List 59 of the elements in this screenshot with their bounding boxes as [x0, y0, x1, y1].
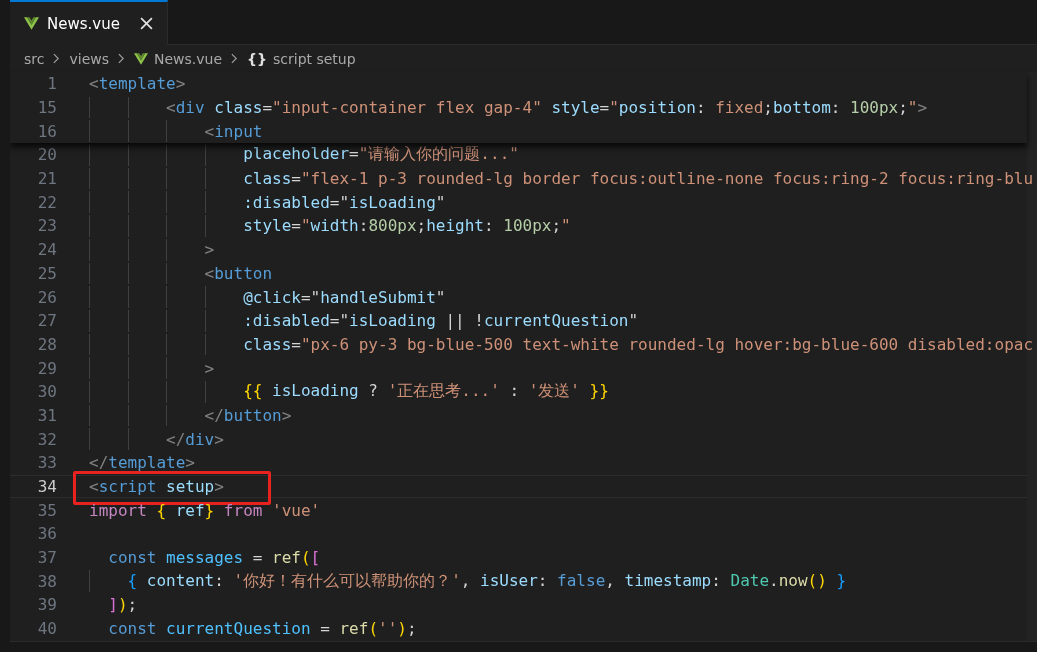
line-number: 29 — [36, 358, 57, 378]
line-number: 21 — [36, 169, 57, 189]
code-line: @click="handleSubmit" — [242, 287, 446, 307]
code-line: > — [203, 358, 215, 378]
editor-tab[interactable]: News.vue — [10, 0, 168, 45]
vue-logo-icon — [134, 52, 148, 65]
breadcrumb-item[interactable]: News.vue — [154, 50, 223, 67]
code-line: ]); — [107, 595, 138, 615]
code-line: const currentQuestion = ref(''); — [107, 619, 417, 639]
code-line: style="width:800px;height: 100px;" — [242, 216, 571, 236]
line-number: 26 — [36, 287, 57, 307]
breadcrumb-item[interactable]: src — [24, 50, 45, 67]
code-line: { content: '你好！有什么可以帮助你的？', isUser: false, timestamp: Date.now() } — [126, 570, 847, 592]
code-line: <input — [203, 121, 263, 141]
code-line: </template> — [89, 453, 195, 473]
code-line: > — [203, 240, 215, 260]
line-number: 25 — [36, 263, 57, 283]
close-icon[interactable] — [139, 17, 153, 30]
code-line: <button — [203, 263, 273, 283]
line-number: 31 — [36, 405, 57, 425]
line-number: 23 — [36, 216, 57, 236]
line-number: 38 — [36, 571, 57, 591]
code-line: placeholder="请输入你的问题..." — [242, 144, 519, 166]
line-number: 30 — [36, 382, 57, 402]
code-line: class="flex-1 p-3 rounded-lg border focus:outline-none focus:ring-2 focus:ring-blu — [242, 169, 1034, 189]
line-number: 40 — [36, 619, 57, 639]
line-number: 20 — [36, 145, 57, 165]
code-line: import { ref} from 'vue' — [89, 500, 321, 520]
code-line: :disabled="isLoading" — [242, 192, 446, 212]
code-line: </div> — [165, 429, 224, 449]
line-number: 33 — [36, 453, 57, 473]
line-number: 39 — [36, 595, 57, 615]
vue-logo-icon — [24, 17, 39, 30]
code-line: <div class="input-container flex gap-4" style="position: fixed;bottom: 100px;"> — [165, 98, 928, 118]
line-number: 24 — [36, 240, 57, 260]
line-number: 34 — [36, 477, 57, 497]
line-number: 16 — [36, 121, 57, 141]
breadcrumb-item[interactable]: script setup — [273, 50, 356, 67]
line-number: 28 — [36, 334, 57, 354]
code-line: class="px-6 py-3 bg-blue-500 text-white rounded-lg hover:bg-blue-600 disabled:opac — [242, 334, 1034, 354]
code-line: const messages = ref([ — [107, 548, 321, 568]
line-number: 15 — [36, 98, 57, 118]
line-number: 37 — [36, 548, 57, 568]
line-number: 22 — [36, 192, 57, 212]
code-line: :disabled="isLoading || !currentQuestion" — [242, 311, 639, 331]
chevron-right-icon — [231, 53, 239, 64]
breadcrumb-item[interactable]: views — [69, 50, 109, 67]
line-number: 1 — [46, 74, 57, 94]
code-line: </button> — [203, 405, 292, 425]
line-number: 35 — [36, 500, 57, 520]
line-number: 27 — [36, 311, 57, 331]
line-number: 32 — [36, 429, 57, 449]
code-line: <script setup> — [89, 477, 224, 497]
braces-icon: {} — [247, 50, 267, 67]
chevron-right-icon — [53, 53, 61, 64]
code-line: <template> — [89, 74, 186, 94]
line-number: 36 — [36, 524, 57, 544]
code-line: {{ isLoading ? '正在思考...' : '发送' }} — [242, 381, 609, 403]
chevron-right-icon — [118, 53, 125, 64]
